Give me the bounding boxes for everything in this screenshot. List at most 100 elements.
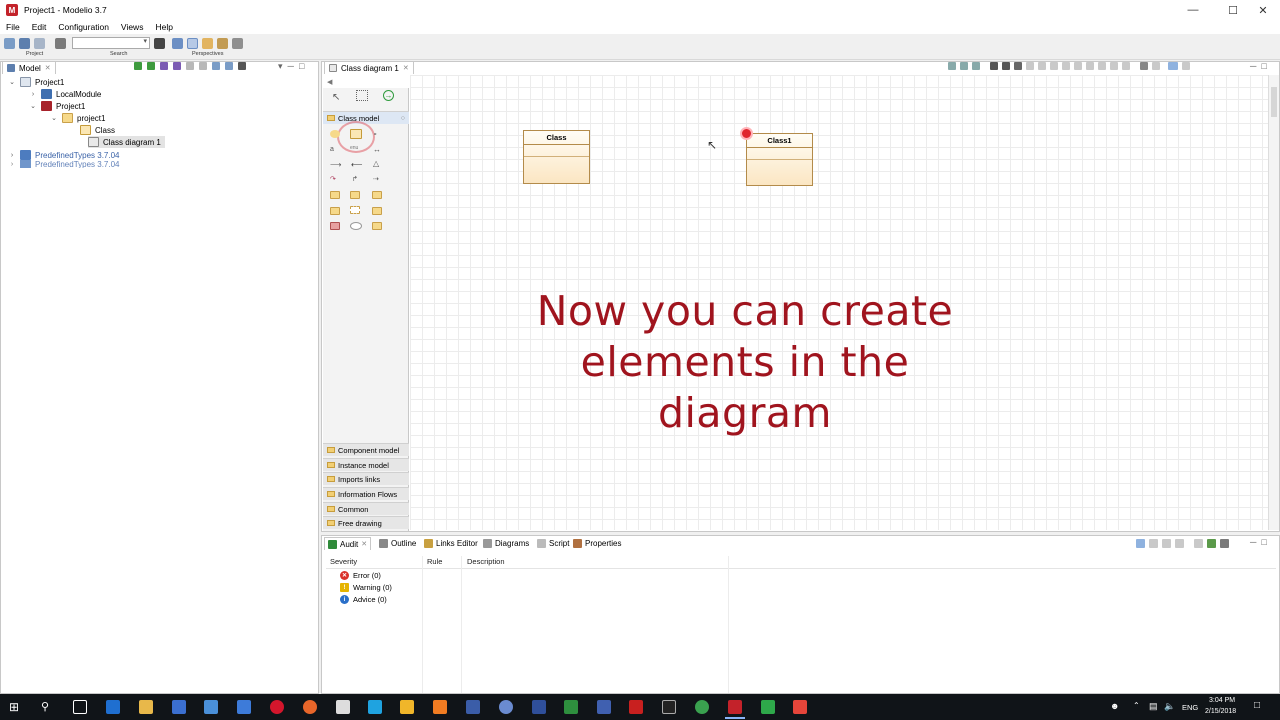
- audit-row-error[interactable]: ✕ Error (0): [340, 571, 381, 580]
- lock-app-icon[interactable]: [499, 700, 513, 714]
- tree-node-project1-root[interactable]: ⌄ Project1: [8, 76, 64, 88]
- composition-tool-icon[interactable]: ⟵: [351, 160, 362, 169]
- tree-expander-icon[interactable]: ⌄: [29, 102, 37, 110]
- constraint-tool-icon[interactable]: [330, 222, 340, 230]
- menu-edit[interactable]: Edit: [26, 22, 53, 32]
- menu-help[interactable]: Help: [149, 22, 178, 32]
- search-icon[interactable]: ⚲: [41, 700, 55, 714]
- perspective-modeling-icon[interactable]: [172, 38, 183, 49]
- align-top-icon[interactable]: [1038, 62, 1046, 70]
- close-window-button[interactable]: ✕: [1246, 0, 1280, 20]
- audit-row-warning[interactable]: ! Warning (0): [340, 583, 392, 592]
- perspective-diagram-icon[interactable]: [187, 38, 198, 49]
- audit-settings-icon[interactable]: [1220, 539, 1229, 548]
- check-icon[interactable]: [1194, 539, 1203, 548]
- palette-category-information-flows[interactable]: Information Flows: [323, 487, 409, 500]
- tree-expander-icon[interactable]: ⌄: [8, 78, 16, 86]
- tab-script[interactable]: Script: [534, 537, 572, 550]
- zoom-in-icon[interactable]: [948, 62, 956, 70]
- tab-diagrams[interactable]: Diagrams: [480, 537, 532, 550]
- align-center-icon[interactable]: [1050, 62, 1058, 70]
- language-indicator[interactable]: ENG: [1182, 703, 1198, 712]
- navigate-link-icon[interactable]: →: [383, 90, 394, 101]
- windows-start-icon[interactable]: ⊞: [9, 700, 23, 714]
- tab-class-diagram-1[interactable]: Class diagram 1 ✕: [324, 61, 414, 74]
- palette-collapse-icon[interactable]: ◀: [327, 78, 332, 86]
- clock-date[interactable]: 2/15/2018: [1205, 708, 1236, 715]
- firefox-icon[interactable]: [303, 700, 317, 714]
- snap-icon[interactable]: [1182, 62, 1190, 70]
- note-tool-icon[interactable]: [330, 191, 340, 199]
- media-icon[interactable]: [204, 700, 218, 714]
- group-icon[interactable]: [1175, 539, 1184, 548]
- uml-class-box[interactable]: Class: [523, 130, 590, 184]
- acrobat-icon[interactable]: [629, 700, 643, 714]
- tree-node-localmodule[interactable]: › LocalModule: [29, 88, 101, 100]
- netbeans-icon[interactable]: [532, 700, 546, 714]
- tray-chevron-up-icon[interactable]: ⌃: [1133, 701, 1140, 710]
- run-audit-icon[interactable]: [1207, 539, 1216, 548]
- generalization-tool-icon[interactable]: △: [373, 159, 383, 168]
- close-tab-icon[interactable]: ✕: [403, 64, 409, 72]
- tree-expander-icon[interactable]: ›: [8, 152, 16, 159]
- filter-advice-icon[interactable]: [1162, 539, 1171, 548]
- menu-configuration[interactable]: Configuration: [52, 22, 115, 32]
- move-down-icon[interactable]: [199, 62, 207, 70]
- tree-node-class-diagram-1[interactable]: Class diagram 1: [88, 136, 165, 148]
- datatype-tool-icon[interactable]: [350, 191, 360, 199]
- folder-tool-icon[interactable]: [372, 222, 382, 230]
- realization-tool-icon[interactable]: ↱: [352, 175, 362, 183]
- collapse-all-icon[interactable]: [212, 62, 220, 70]
- grid-toggle-icon[interactable]: [1168, 62, 1178, 70]
- association-tool-icon[interactable]: ↔: [373, 145, 383, 154]
- chrome-icon[interactable]: [695, 700, 709, 714]
- configure-icon[interactable]: [55, 38, 66, 49]
- pin-icon[interactable]: [238, 62, 246, 70]
- volume-icon[interactable]: 🔈: [1164, 701, 1175, 712]
- instance-tool-icon[interactable]: [372, 207, 382, 215]
- save-image-icon[interactable]: [1002, 62, 1010, 70]
- marquee-select-icon[interactable]: [356, 90, 368, 101]
- close-tab-icon[interactable]: ✕: [45, 64, 51, 72]
- distribute-icon[interactable]: [1086, 62, 1094, 70]
- binding-tool-icon[interactable]: [350, 206, 360, 214]
- column-rule[interactable]: Rule: [427, 557, 442, 566]
- palette-category-component-model[interactable]: Component model: [323, 443, 409, 456]
- palette-category-common[interactable]: Common: [323, 502, 409, 515]
- minimize-panel-icon[interactable]: ─: [288, 61, 294, 71]
- terminal-icon[interactable]: [662, 700, 676, 714]
- recorder-icon[interactable]: [793, 700, 807, 714]
- tree-expander-icon[interactable]: ›: [29, 91, 37, 98]
- clock-time[interactable]: 3:04 PM: [1209, 697, 1235, 704]
- export-icon[interactable]: [1014, 62, 1022, 70]
- minimize-panel-icon[interactable]: ─: [1250, 537, 1256, 547]
- edge-browser-icon[interactable]: [106, 700, 120, 714]
- link-tool-icon[interactable]: ↷: [330, 175, 340, 183]
- palette-category-free-drawing[interactable]: Free drawing: [323, 516, 409, 529]
- perspective-analyst-icon[interactable]: [217, 38, 228, 49]
- view-menu-icon[interactable]: ▾: [278, 61, 283, 71]
- canvas-vertical-scrollbar[interactable]: [1268, 75, 1279, 530]
- close-tab-icon[interactable]: ✕: [361, 540, 367, 548]
- align-right-icon[interactable]: [1074, 62, 1082, 70]
- dependency-tool-icon[interactable]: ⇢: [373, 175, 383, 183]
- attribute-tool-icon[interactable]: a: [330, 146, 340, 154]
- opera-icon[interactable]: [270, 700, 284, 714]
- link-app-icon[interactable]: [597, 700, 611, 714]
- file-explorer-icon[interactable]: [139, 700, 153, 714]
- link-editor-icon[interactable]: [225, 62, 233, 70]
- tree-node-class[interactable]: Class: [80, 124, 115, 136]
- palette-category-instance-model[interactable]: Instance model: [323, 458, 409, 471]
- eclipse-icon[interactable]: [466, 700, 480, 714]
- camtasia-icon[interactable]: [761, 700, 775, 714]
- undo-icon[interactable]: [19, 38, 30, 49]
- store-icon[interactable]: [172, 700, 186, 714]
- move-up-icon[interactable]: [186, 62, 194, 70]
- minimize-button[interactable]: —: [1176, 0, 1210, 20]
- binoculars-search-icon[interactable]: [154, 38, 165, 49]
- zoom-fit-icon[interactable]: [960, 62, 968, 70]
- tree-node-predefinedtypes-ghost[interactable]: › PredefinedTypes 3.7.04: [8, 160, 120, 168]
- modelio-taskbar-icon[interactable]: [728, 700, 742, 714]
- zoom-out-icon[interactable]: [972, 62, 980, 70]
- maximize-button[interactable]: ☐: [1216, 0, 1250, 20]
